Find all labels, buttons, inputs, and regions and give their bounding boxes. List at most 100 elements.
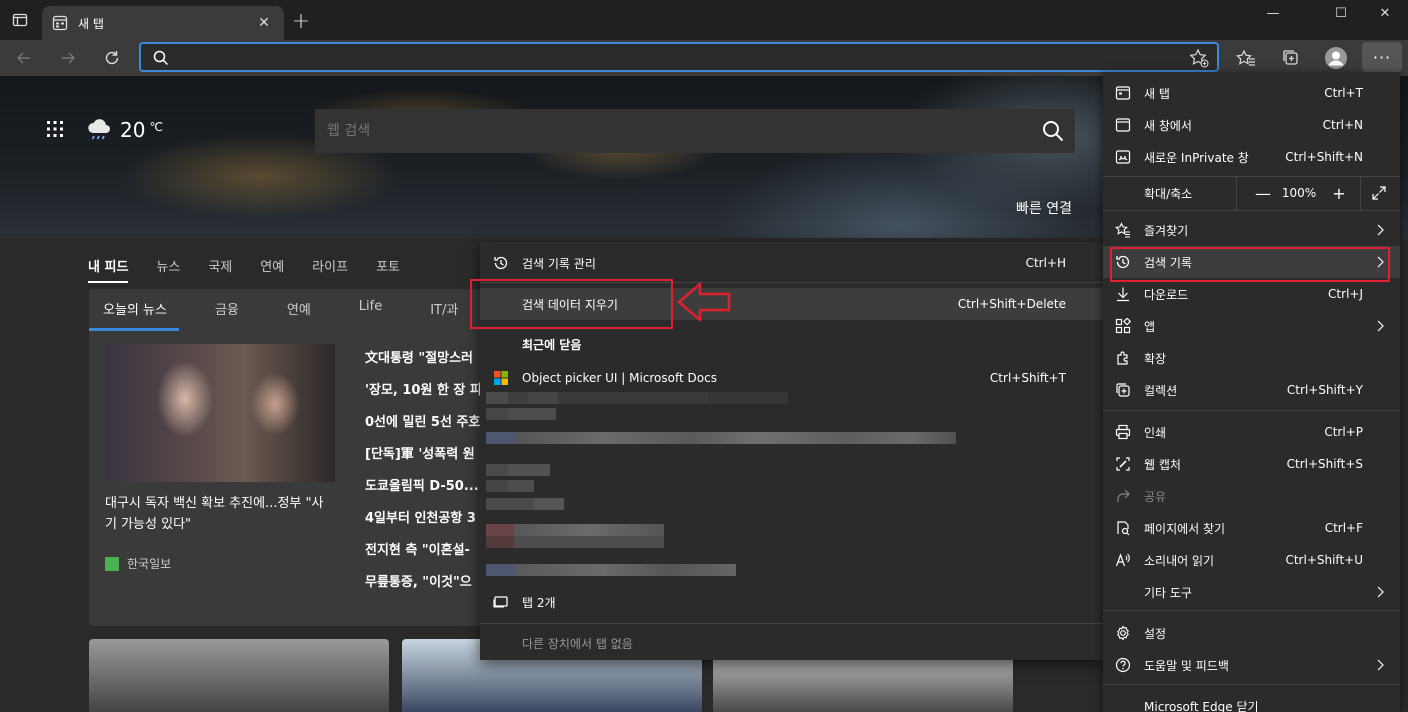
more-dots-icon: ··· [1372,47,1392,67]
quick-links-button[interactable]: 빠른 연결 [1016,198,1072,218]
list-item[interactable] [486,524,664,536]
menu-item-help-feedback[interactable]: 도움말 및 피드백 [1103,649,1400,681]
profile-button[interactable] [1322,44,1350,72]
zoom-label: 확대/축소 [1144,186,1193,201]
chevron-right-icon [1377,659,1384,671]
tabs-from-device-item[interactable]: 탭 2개 [480,586,1105,618]
web-search-box[interactable] [315,109,1075,153]
menu-item-web-capture[interactable]: 웹 캡처 Ctrl+Shift+S [1103,448,1400,480]
list-item[interactable] [486,464,550,476]
add-favorite-icon[interactable] [1189,48,1209,68]
list-item[interactable] [486,536,664,548]
news-tab-life[interactable]: Life [357,299,384,331]
menu-item-favorites[interactable]: 즐겨찾기 [1103,214,1400,246]
menu-item-find-on-page[interactable]: 페이지에서 찾기 Ctrl+F [1103,512,1400,544]
settings-and-more-button[interactable]: ··· [1362,42,1402,72]
zoom-out-button[interactable]: — [1253,184,1273,203]
menu-item-collections[interactable]: 컬렉션 Ctrl+Shift+Y [1103,374,1400,406]
new-tab-button[interactable]: + [288,8,314,34]
feed-tab-world[interactable]: 국제 [208,256,232,283]
title-bar: 새 탭 ✕ + — ☐ ✕ [0,0,1408,40]
menu-label: 다운로드 [1144,287,1189,302]
feed-tab-my-feed[interactable]: 내 피드 [88,256,129,283]
news-tab-finance[interactable]: 금융 [213,299,241,331]
back-button[interactable] [10,44,38,72]
menu-shortcut: Ctrl+Shift+N [1285,150,1363,164]
news-thumbnail[interactable] [89,639,389,712]
menu-item-new-tab[interactable]: 새 탭 Ctrl+T [1103,77,1400,109]
highlight-box-clear-data [470,279,673,329]
tab-new-tab[interactable]: 새 탭 ✕ [42,6,284,40]
menu-shortcut: Ctrl+Shift+Y [1286,383,1363,397]
manage-history-item[interactable]: 검색 기록 관리 Ctrl+H [480,247,1105,279]
menu-item-apps[interactable]: 앱 [1103,310,1400,342]
forward-button[interactable] [54,44,82,72]
feed-tab-photo[interactable]: 포토 [376,256,400,283]
menu-item-print[interactable]: 인쇄 Ctrl+P [1103,416,1400,448]
news-tab-it[interactable]: IT/과 [428,299,460,331]
help-icon [1115,657,1131,673]
news-tab-entertainment[interactable]: 연예 [285,299,313,331]
menu-label: 공유 [1144,489,1167,504]
menu-item-read-aloud[interactable]: 소리내어 읽기 Ctrl+Shift+U [1103,544,1400,576]
zoom-level: 100% [1281,186,1317,200]
feed-tab-news[interactable]: 뉴스 [156,256,180,283]
find-on-page-icon [1117,521,1130,536]
minimize-button[interactable]: — [1250,0,1296,26]
new-window-icon [1115,118,1131,132]
menu-item-more-tools[interactable]: 기타 도구 [1103,576,1400,608]
menu-item-extensions[interactable]: 확장 [1103,342,1400,374]
list-item[interactable] [486,392,788,404]
tab-actions-button[interactable] [6,6,34,34]
apps-grid-icon[interactable] [46,120,64,138]
menu-item-inprivate[interactable]: 새로운 InPrivate 창 Ctrl+Shift+N [1103,141,1400,173]
menu-item-new-window[interactable]: 새 창에서 Ctrl+N [1103,109,1400,141]
list-item[interactable] [486,564,736,576]
microsoft-logo-icon [494,371,508,385]
menu-item-settings[interactable]: 설정 [1103,617,1400,649]
address-bar[interactable] [139,42,1219,72]
printer-icon [1115,424,1131,440]
tablet-icon [493,596,508,608]
news-image[interactable] [105,344,335,482]
feed-tab-life[interactable]: 라이프 [312,256,348,283]
fullscreen-icon[interactable] [1371,185,1387,201]
menu-label: 즐겨찾기 [1144,223,1189,238]
favorites-button[interactable] [1232,44,1260,72]
collections-icon [1283,50,1298,65]
search-icon [153,50,169,66]
divider [480,623,1105,624]
menu-label: 도움말 및 피드백 [1144,658,1229,673]
favorites-star-icon [1236,49,1255,66]
tab-close-icon[interactable]: ✕ [254,13,274,33]
avatar-icon [1325,47,1347,69]
new-tab-page-icon [52,15,68,31]
list-item[interactable] [486,498,564,510]
news-headline[interactable]: 대구시 독자 백신 확보 추진에...정부 "사기 가능성 있다" [105,493,335,535]
clear-browsing-data-shortcut: Ctrl+Shift+Delete [957,297,1066,311]
menu-label: 설정 [1144,626,1167,641]
recently-closed-item[interactable]: Object picker UI | Microsoft Docs Ctrl+S… [480,362,1105,394]
feed-nav: 내 피드 뉴스 국제 연예 라이프 포토 [88,256,428,283]
zoom-in-button[interactable]: + [1329,184,1349,203]
web-search-input[interactable] [327,123,1031,139]
menu-item-downloads[interactable]: 다운로드 Ctrl+J [1103,278,1400,310]
address-input[interactable] [177,47,1177,67]
list-item[interactable] [486,432,956,444]
list-item[interactable] [486,408,556,420]
menu-item-share[interactable]: 공유 [1103,480,1400,512]
refresh-button[interactable] [98,44,126,72]
feed-tab-entertainment[interactable]: 연예 [260,256,284,283]
maximize-button[interactable]: ☐ [1318,0,1364,26]
zoom-control: 확대/축소 — 100% + [1103,176,1400,210]
web-search-button[interactable] [1031,109,1075,153]
news-tab-today[interactable]: 오늘의 뉴스 [89,299,179,331]
list-item[interactable] [486,480,534,492]
menu-shortcut: Ctrl+J [1328,287,1363,301]
menu-item-close-edge[interactable]: Microsoft Edge 닫기 [1103,690,1400,712]
collections-button[interactable] [1277,44,1305,72]
divider [1103,410,1400,411]
weather-widget[interactable]: 20 ℃ [86,118,163,142]
close-window-button[interactable]: ✕ [1362,0,1408,26]
menu-label: 기타 도구 [1144,585,1192,600]
